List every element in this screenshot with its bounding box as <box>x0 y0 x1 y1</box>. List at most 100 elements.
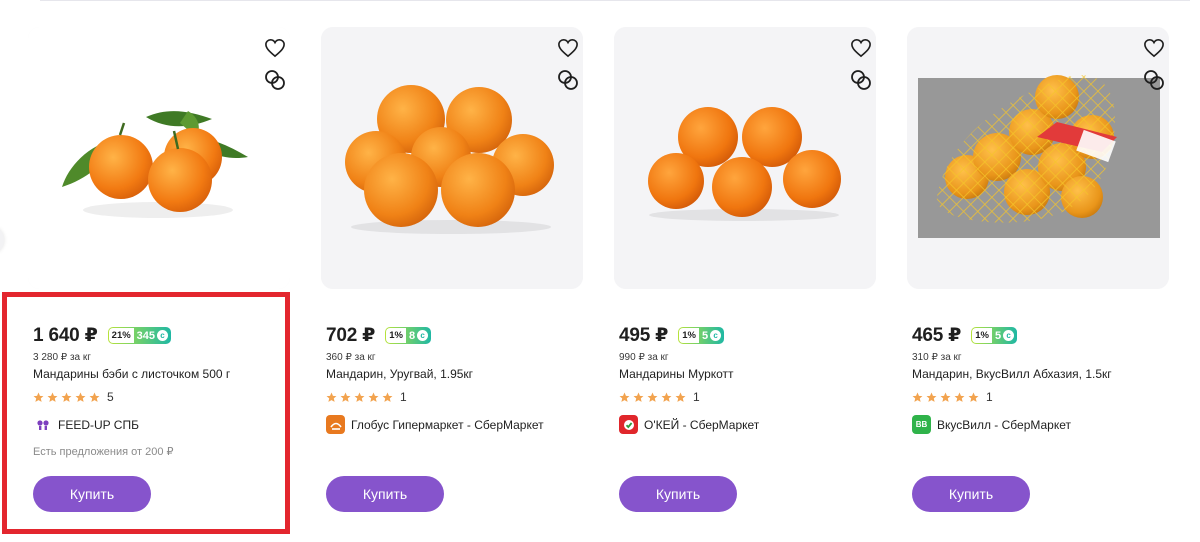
star-icon <box>61 392 72 402</box>
bonus-coin-icon: c <box>1003 330 1015 341</box>
bonus-percent: 1% <box>679 328 699 343</box>
star-icon <box>661 392 672 402</box>
top-divider <box>40 0 1190 1</box>
star-icon <box>89 392 100 402</box>
feedup-logo-icon <box>33 415 52 434</box>
bonus-points-value: 5 <box>994 329 1002 342</box>
bonus-coin-icon: c <box>417 330 429 341</box>
product-card[interactable]: 702 ₽ 1% 8c 360 ₽ за кг Мандарин, Уругва… <box>321 27 583 532</box>
rating: 1 <box>326 390 407 404</box>
bonus-points-value: 5 <box>701 329 709 342</box>
star-icon <box>954 392 965 402</box>
product-title[interactable]: Мандарин, Уругвай, 1.95кг <box>326 367 473 381</box>
unit-price: 310 ₽ за кг <box>912 352 962 363</box>
star-icon <box>47 392 58 402</box>
murcott-tangerines-image <box>614 27 876 289</box>
star-icon <box>675 392 686 402</box>
star-icon <box>326 392 337 402</box>
seller-name: Глобус Гипермаркет - СберМаркет <box>351 417 544 432</box>
price: 495 ₽ <box>619 325 669 346</box>
bonus-badge: 1% 5c <box>678 327 725 344</box>
star-icon <box>368 392 379 402</box>
price-row: 465 ₽ 1% 5c <box>912 324 1018 347</box>
rating-count: 1 <box>400 390 407 404</box>
price: 1 640 ₽ <box>33 325 98 346</box>
seller[interactable]: FEED-UP СПБ <box>33 415 139 434</box>
bonus-percent: 21% <box>108 328 134 343</box>
bonus-points: 5c <box>992 328 1016 343</box>
product-title[interactable]: Мандарин, ВкусВилл Абхазия, 1.5кг <box>912 367 1112 381</box>
bonus-coin-icon: c <box>710 330 722 341</box>
bonus-badge: 21% 345 c <box>107 327 172 344</box>
bonus-percent: 1% <box>972 328 992 343</box>
compare-icon[interactable] <box>1141 67 1167 93</box>
seller[interactable]: BB ВкусВилл - СберМаркет <box>912 415 1071 434</box>
seller[interactable]: Глобус Гипермаркет - СберМаркет <box>326 415 544 434</box>
compare-icon[interactable] <box>848 67 874 93</box>
vkusvill-logo-icon: BB <box>912 415 931 434</box>
buy-button[interactable]: Купить <box>33 476 151 512</box>
star-icon <box>647 392 658 402</box>
unit-price: 990 ₽ за кг <box>619 352 669 363</box>
product-image[interactable] <box>614 27 876 289</box>
product-title[interactable]: Мандарины Муркотт <box>619 367 734 381</box>
carousel-edge-handle[interactable] <box>0 226 4 254</box>
seller-name: О'КЕЙ - СберМаркет <box>644 417 760 432</box>
bonus-percent: 1% <box>386 328 406 343</box>
bonus-badge: 1% 5c <box>971 327 1018 344</box>
favorite-heart-icon[interactable] <box>1141 35 1167 61</box>
bonus-badge: 1% 8c <box>385 327 432 344</box>
star-icon <box>968 392 979 402</box>
globus-logo-icon <box>326 415 345 434</box>
favorite-heart-icon[interactable] <box>555 35 581 61</box>
seller-name: FEED-UP СПБ <box>58 417 139 432</box>
bonus-coin-icon: c <box>157 330 169 341</box>
star-icon <box>912 392 923 402</box>
buy-button[interactable]: Купить <box>326 476 444 512</box>
price: 465 ₽ <box>912 325 962 346</box>
star-icon <box>926 392 937 402</box>
product-image[interactable] <box>28 27 290 289</box>
star-icon <box>633 392 644 402</box>
star-icon <box>940 392 951 402</box>
tangerines-pile-image <box>321 27 583 289</box>
product-card[interactable]: 1 640 ₽ 21% 345 c 3 280 ₽ за кг Мандарины… <box>28 27 290 532</box>
price-row: 702 ₽ 1% 8c <box>326 324 432 347</box>
price-row: 1 640 ₽ 21% 345 c <box>33 324 172 347</box>
unit-price: 360 ₽ за кг <box>326 352 376 363</box>
bonus-points-value: 345 <box>136 329 156 342</box>
compare-icon[interactable] <box>555 67 581 93</box>
rating-count: 5 <box>107 390 114 404</box>
star-icon <box>354 392 365 402</box>
star-icon <box>619 392 630 402</box>
product-card[interactable]: 465 ₽ 1% 5c 310 ₽ за кг Мандарин, ВкусВи… <box>907 27 1169 532</box>
product-image[interactable] <box>907 27 1169 289</box>
bonus-points: 8c <box>406 328 430 343</box>
bonus-points-value: 8 <box>408 329 416 342</box>
rating-count: 1 <box>693 390 700 404</box>
favorite-heart-icon[interactable] <box>262 35 288 61</box>
price-row: 495 ₽ 1% 5c <box>619 324 725 347</box>
tangerines-with-leaves-image <box>28 27 290 289</box>
product-title[interactable]: Мандарины бэби с листочком 500 г <box>33 367 230 381</box>
star-icon <box>382 392 393 402</box>
bonus-points: 345 c <box>134 328 170 343</box>
buy-button[interactable]: Купить <box>619 476 737 512</box>
favorite-heart-icon[interactable] <box>848 35 874 61</box>
compare-icon[interactable] <box>262 67 288 93</box>
rating: 1 <box>619 390 700 404</box>
star-icon <box>340 392 351 402</box>
product-image[interactable] <box>321 27 583 289</box>
rating: 1 <box>912 390 993 404</box>
product-card[interactable]: 495 ₽ 1% 5c 990 ₽ за кг Мандарины Муркот… <box>614 27 876 532</box>
rating-count: 1 <box>986 390 993 404</box>
tangerines-in-net-bag-image <box>907 27 1169 289</box>
rating: 5 <box>33 390 114 404</box>
okey-logo-icon <box>619 415 638 434</box>
bonus-points: 5c <box>699 328 723 343</box>
seller[interactable]: О'КЕЙ - СберМаркет <box>619 415 759 434</box>
star-icon <box>75 392 86 402</box>
star-icon <box>33 392 44 402</box>
buy-button[interactable]: Купить <box>912 476 1030 512</box>
offers-note[interactable]: Есть предложения от 200 ₽ <box>33 445 174 458</box>
